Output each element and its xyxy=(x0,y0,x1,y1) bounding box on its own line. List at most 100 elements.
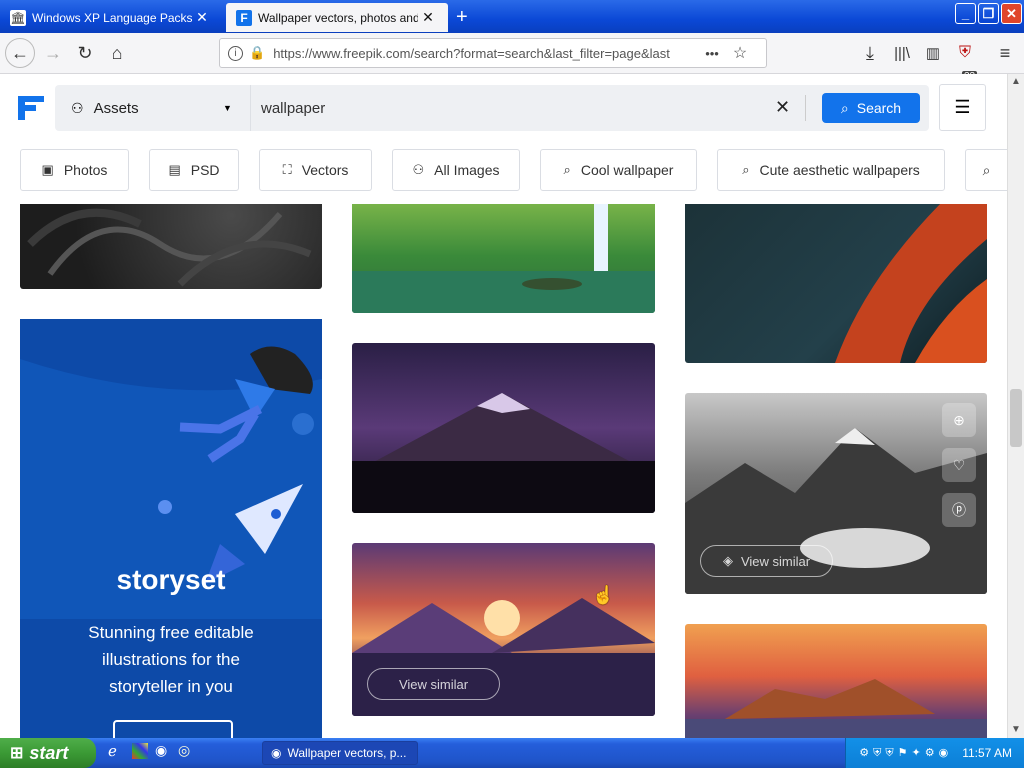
firefox-icon: ◉ xyxy=(271,746,282,760)
chip-more[interactable]: ⌕ xyxy=(965,149,1007,191)
lock-icon: 🔒 xyxy=(249,45,266,60)
search-icon: ⌕ xyxy=(563,162,571,177)
new-tab-button[interactable]: + xyxy=(456,6,468,29)
back-arrow-icon[interactable]: ← xyxy=(5,38,35,68)
psd-file-icon: ▤ xyxy=(168,162,181,177)
dark-leaves-image[interactable] xyxy=(20,204,322,289)
search-button-label: Search xyxy=(856,100,902,116)
menu-icon[interactable]: ≡ xyxy=(990,38,1020,68)
search-icon: ⌕ xyxy=(742,162,750,177)
storyset-tagline: Stunning free editable illustrations for… xyxy=(88,623,254,696)
scrollbar-thumb[interactable] xyxy=(1010,389,1022,447)
minimize-button[interactable]: _ xyxy=(955,3,976,24)
image-icon: ▣ xyxy=(41,162,54,177)
black-white-mountain-lake-image[interactable]: ⊕ ♡ ⓟ ◈ View similar xyxy=(685,393,987,594)
storyset-ad[interactable]: storyset Stunning free editable illustra… xyxy=(20,319,322,738)
caret-down-icon: ▼ xyxy=(223,103,232,113)
waterfall-lake-image[interactable] xyxy=(352,204,655,313)
divider xyxy=(805,95,806,121)
asset-type-label: Assets xyxy=(93,99,139,117)
home-icon[interactable]: ⌂ xyxy=(102,38,132,68)
tab-wallpaper-vectors[interactable]: F Wallpaper vectors, photos and PSD ✕ xyxy=(226,3,448,32)
tab-label: Windows XP Language Packs : Mic xyxy=(32,10,192,25)
asset-type-dropdown[interactable]: ⚇ Assets ▼ xyxy=(55,85,251,131)
task-label: Wallpaper vectors, p... xyxy=(287,746,407,760)
chip-psd[interactable]: ▤ PSD xyxy=(149,149,239,191)
forward-arrow-icon[interactable]: → xyxy=(38,38,68,68)
results-grid: storyset Stunning free editable illustra… xyxy=(0,204,1007,738)
browser-nav-bar: ← → ↻ ⌂ i 🔒 https://www.freepik.com/sear… xyxy=(0,33,1024,82)
ublock-shield-icon[interactable]: ⛨ xyxy=(950,38,980,68)
chip-label: Vectors xyxy=(301,162,349,178)
page-scrollbar[interactable]: ▲ ▼ xyxy=(1007,74,1024,738)
system-tray: ⚙⛨⛨⚑✦⚙◉ 11:57 AM xyxy=(845,738,1024,768)
sunset-mountain-reflection-image[interactable] xyxy=(685,624,987,738)
mountain-milky-way-image[interactable] xyxy=(352,343,655,513)
taskbar-item-firefox[interactable]: ◉ Wallpaper vectors, p... xyxy=(262,741,418,765)
tab-windows-xp-language-packs[interactable]: 🏛 Windows XP Language Packs : Mic ✕ xyxy=(0,3,222,32)
shapes-icon: ⚇ xyxy=(71,99,84,116)
windows-logo-icon: ⊞ xyxy=(10,745,24,762)
sliders-icon: ☰ xyxy=(954,97,971,117)
library-icon[interactable]: |||\ xyxy=(887,38,917,68)
tab-label: Wallpaper vectors, photos and PSD xyxy=(258,10,418,25)
tray-icons: ⚙⛨⛨⚑✦⚙◉ xyxy=(859,747,953,759)
filters-button[interactable]: ☰ xyxy=(939,84,986,131)
view-similar-button[interactable]: View similar xyxy=(367,668,500,700)
pinterest-icon[interactable]: ⓟ xyxy=(942,493,976,527)
add-to-collection-icon[interactable]: ⊕ xyxy=(942,403,976,437)
star-icon[interactable]: ☆ xyxy=(733,43,747,63)
internet-explorer-icon[interactable]: ℯ xyxy=(108,742,128,762)
chip-label: PSD xyxy=(190,162,220,178)
info-icon[interactable]: i xyxy=(228,45,243,61)
close-icon[interactable]: ✕ xyxy=(418,9,438,26)
search-bar: ⚇ Assets ▼ wallpaper ✕ xyxy=(55,85,929,131)
close-icon[interactable]: ✕ xyxy=(192,9,212,26)
start-button[interactable]: ⊞ start xyxy=(0,738,96,768)
close-window-button[interactable]: ✕ xyxy=(1001,3,1022,24)
chip-label: Cool wallpaper xyxy=(580,162,674,178)
search-icon: ⌕ xyxy=(982,161,991,178)
url-text: https://www.freepik.com/search?format=se… xyxy=(273,45,670,61)
search-button[interactable]: ⌕ Search xyxy=(822,93,920,123)
freepik-logo[interactable] xyxy=(18,96,44,120)
chip-vectors[interactable]: ⛶ Vectors xyxy=(259,149,372,191)
sidebar-icon[interactable]: ▥ xyxy=(918,38,948,68)
chip-all-images[interactable]: ⚇ All Images xyxy=(392,149,520,191)
search-icon: ⌕ xyxy=(840,99,849,116)
chip-cute-aesthetic-wallpapers[interactable]: ⌕ Cute aesthetic wallpapers xyxy=(717,149,945,191)
sunset-forest-illustration[interactable]: View similar xyxy=(352,543,655,716)
scroll-up-icon[interactable]: ▲ xyxy=(1011,76,1021,87)
library-icon: 🏛 xyxy=(10,9,26,26)
scroll-down-icon[interactable]: ▼ xyxy=(1011,724,1021,735)
clock: 11:57 AM xyxy=(962,746,1012,760)
media-player-icon[interactable]: ◎ xyxy=(178,742,190,759)
chip-cool-wallpaper[interactable]: ⌕ Cool wallpaper xyxy=(540,149,697,191)
download-icon[interactable]: ⤓ xyxy=(855,38,885,68)
start-label: start xyxy=(29,742,69,763)
storyset-cta-button[interactable] xyxy=(113,720,233,738)
page-actions-icon[interactable]: ••• xyxy=(705,46,719,61)
storyset-logo: storyset xyxy=(116,564,226,595)
view-similar-label: View similar xyxy=(740,553,811,569)
search-input[interactable]: wallpaper xyxy=(261,85,761,131)
abstract-waves-image[interactable] xyxy=(685,204,987,363)
view-similar-button[interactable]: ◈ View similar xyxy=(700,545,833,577)
chip-label: Photos xyxy=(63,162,108,178)
firefox-icon[interactable]: ◉ xyxy=(155,742,167,759)
view-similar-label: View similar xyxy=(398,676,469,692)
chip-photos[interactable]: ▣ Photos xyxy=(20,149,129,191)
reload-icon[interactable]: ↻ xyxy=(70,38,100,68)
layers-icon: ◈ xyxy=(722,553,733,568)
freepik-favicon-icon: F xyxy=(236,9,252,26)
vector-nodes-icon: ⛶ xyxy=(282,162,292,177)
shapes-icon: ⚇ xyxy=(412,162,425,177)
heart-icon[interactable]: ♡ xyxy=(942,448,976,482)
chip-label: Cute aesthetic wallpapers xyxy=(759,162,920,178)
hand-cursor-icon: ☝ xyxy=(592,585,615,605)
maximize-button[interactable]: ❐ xyxy=(978,3,999,24)
paint-icon[interactable] xyxy=(132,743,148,759)
url-bar[interactable]: i 🔒 https://www.freepik.com/search?forma… xyxy=(219,38,767,68)
clear-search-icon[interactable]: ✕ xyxy=(775,97,790,118)
chip-label: All Images xyxy=(434,162,500,178)
